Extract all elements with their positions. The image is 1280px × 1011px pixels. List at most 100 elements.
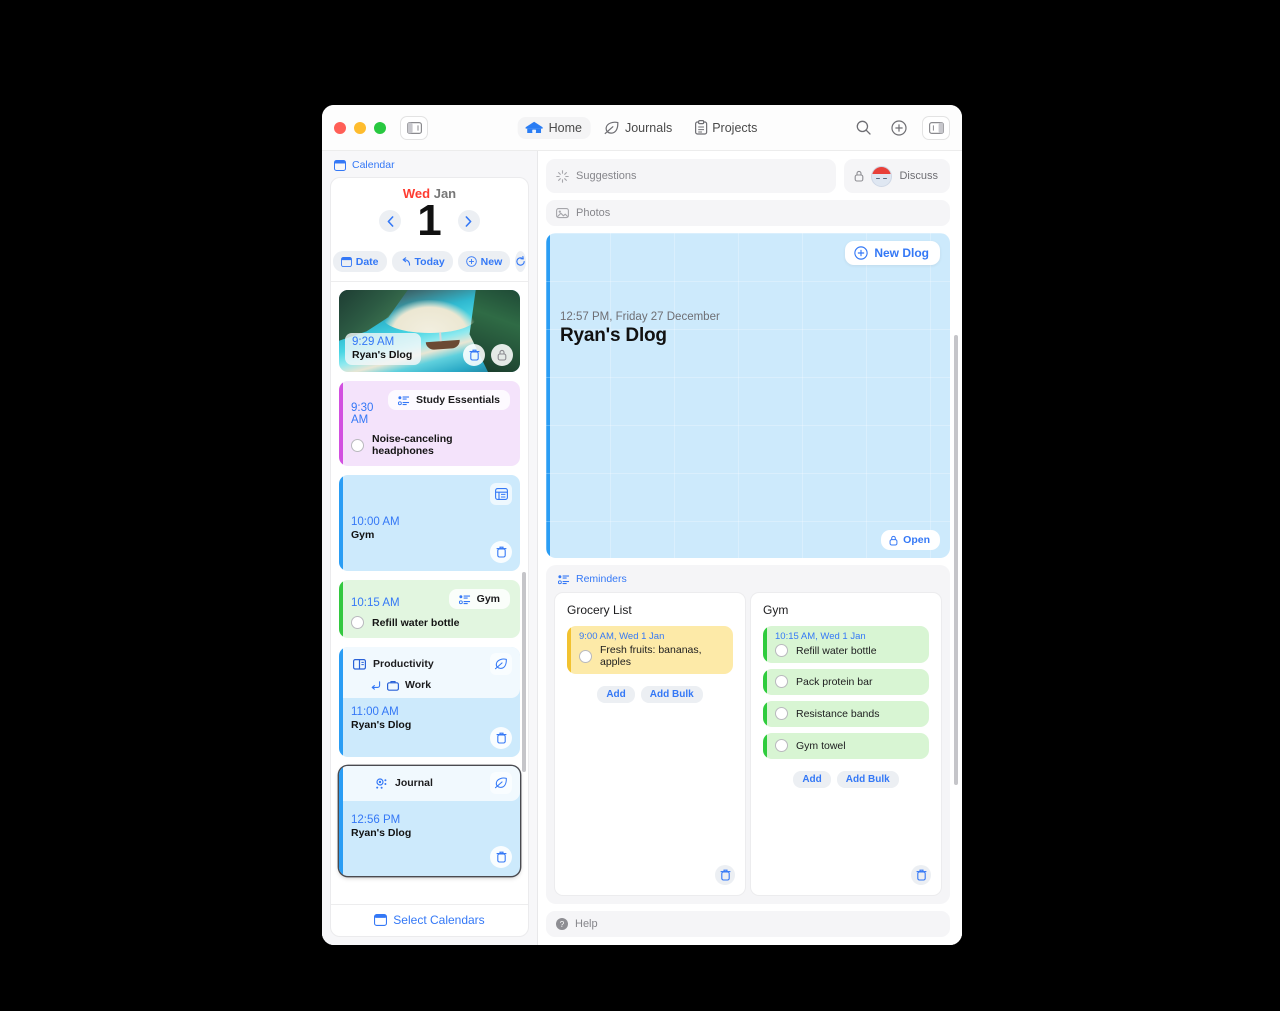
event-title: Ryan's Dlog	[351, 719, 412, 732]
event-body: 10:00 AM Gym	[339, 475, 520, 571]
select-calendars-button[interactable]: Select Calendars	[374, 913, 485, 927]
minimize-button[interactable]	[354, 121, 366, 134]
leaf-icon	[494, 658, 507, 670]
help-bar[interactable]: ? Help	[546, 911, 950, 937]
checkbox[interactable]	[579, 649, 592, 663]
tab-projects[interactable]: Projects	[687, 116, 766, 139]
tab-journals[interactable]: Journals	[597, 117, 681, 139]
checkbox[interactable]	[351, 438, 364, 452]
calendar-icon	[334, 159, 346, 171]
dlog-card[interactable]: New Dlog 12:57 PM, Friday 27 December Ry…	[546, 233, 950, 558]
event-checklist-row[interactable]: Noise-canceling headphones	[351, 433, 510, 457]
event-header-sub: Work	[353, 679, 512, 691]
house-icon	[525, 121, 543, 133]
main-scrollbar[interactable]	[954, 305, 958, 865]
photo-sand	[382, 299, 477, 333]
event-photo-label: 9:29 AM Ryan's Dlog	[345, 333, 422, 365]
event-tag-chip[interactable]: Gym	[448, 589, 510, 610]
sidebar-scroll-thumb[interactable]	[522, 572, 526, 772]
calendar-toolbar: Date Today New	[331, 243, 528, 282]
main-scroll-thumb[interactable]	[954, 335, 958, 785]
reminder-row[interactable]: Refill water bottle	[773, 644, 921, 657]
reminder-item[interactable]: Pack protein bar	[763, 669, 929, 695]
delete-list-button[interactable]	[715, 865, 735, 885]
checkbox[interactable]	[351, 616, 364, 630]
checkbox[interactable]	[775, 707, 788, 720]
date-picker-button[interactable]: Date	[332, 251, 387, 272]
event-card-study-essentials[interactable]: 9:30 AM Study Essentials Noise-canceling…	[339, 381, 520, 466]
reminder-item[interactable]: Resistance bands	[763, 701, 929, 727]
reminder-time: 10:15 AM, Wed 1 Jan	[775, 631, 866, 642]
maximize-button[interactable]	[374, 121, 386, 134]
event-card-photo[interactable]: 9:29 AM Ryan's Dlog	[339, 290, 520, 372]
new-event-button[interactable]: New	[457, 251, 511, 272]
reminder-row[interactable]: Resistance bands	[773, 707, 921, 720]
app-window: Home Journals Projects Calendar Wed Jan …	[322, 105, 962, 945]
event-card-journal[interactable]: Journal 12:56 PM Ryan's Dlog	[339, 766, 520, 877]
event-card-productivity[interactable]: Productivity Work 11:00 AM Ryan's Dlog	[339, 647, 520, 758]
event-card-gym[interactable]: 10:00 AM Gym	[339, 475, 520, 571]
add-button[interactable]: Add	[793, 771, 831, 788]
add-bulk-button[interactable]: Add Bulk	[640, 686, 703, 703]
reminder-list-title: Gym	[763, 603, 789, 617]
event-header-main: Productivity	[353, 653, 512, 676]
delete-button[interactable]	[490, 541, 512, 563]
reminder-row[interactable]: Pack protein bar	[773, 675, 921, 688]
inspector-toggle-button[interactable]	[922, 115, 950, 140]
reminder-accent-bar	[763, 701, 767, 727]
tab-home[interactable]: Home	[517, 116, 591, 139]
reminder-row[interactable]: Gym towel	[773, 739, 921, 752]
delete-list-button[interactable]	[911, 865, 931, 885]
select-calendars-label: Select Calendars	[393, 913, 485, 927]
event-card-gym-task[interactable]: 10:15 AM Gym Refill water bottle	[339, 580, 520, 639]
event-tag-chip[interactable]: Study Essentials	[387, 390, 510, 411]
plus-circle-icon	[891, 119, 907, 136]
today-button[interactable]: Today	[391, 251, 453, 272]
reminder-item[interactable]: 10:15 AM, Wed 1 Jan Refill water bottle	[763, 626, 929, 663]
close-button[interactable]	[334, 121, 346, 134]
delete-button[interactable]	[490, 727, 512, 750]
photos-label: Photos	[576, 207, 611, 219]
calendar-panel: Wed Jan 1 Date Today New 9:29 AM Ryan's …	[330, 177, 529, 937]
add-button[interactable]: Add	[597, 686, 635, 703]
leaf-icon	[604, 121, 619, 134]
lock-button[interactable]	[491, 344, 513, 366]
events-list[interactable]: 9:29 AM Ryan's Dlog 9:30 AM Study Essent…	[331, 282, 528, 904]
reminder-actions: Add Add Bulk	[567, 686, 733, 703]
list-panel-button[interactable]	[490, 483, 512, 505]
checkbox[interactable]	[775, 675, 788, 688]
open-dlog-button[interactable]: Open	[881, 530, 940, 550]
sparkle-icon	[556, 169, 569, 183]
photos-bar[interactable]: Photos	[546, 200, 950, 226]
search-button[interactable]	[850, 116, 876, 140]
inspector-toggle-icon	[928, 121, 944, 134]
sidebar-scrollbar[interactable]	[522, 282, 526, 904]
suggestions-bar[interactable]: Suggestions	[546, 159, 837, 193]
checkbox[interactable]	[775, 739, 788, 752]
sidebar-toggle-button[interactable]	[400, 115, 428, 140]
prev-day-button[interactable]	[379, 210, 402, 232]
event-photo-actions	[463, 344, 513, 366]
add-button[interactable]	[886, 116, 912, 140]
discuss-label: Discuss	[899, 170, 938, 182]
window-body: Calendar Wed Jan 1 Date Today New 9:29 A…	[322, 151, 962, 945]
reminder-item[interactable]: Gym towel	[763, 733, 929, 759]
event-checklist-row[interactable]: Refill water bottle	[351, 616, 510, 630]
event-header-main: Journal	[353, 772, 512, 795]
chevron-right-icon	[465, 215, 472, 227]
reminder-row[interactable]: Fresh fruits: bananas, apples	[577, 644, 725, 668]
next-day-button[interactable]	[457, 210, 480, 232]
trash-icon	[720, 869, 730, 881]
delete-button[interactable]	[490, 846, 512, 869]
titlebar: Home Journals Projects	[322, 105, 962, 151]
delete-button[interactable]	[463, 344, 485, 366]
journal-link-button[interactable]	[490, 772, 512, 795]
arrow-turn-icon	[371, 680, 381, 690]
discuss-button[interactable]: Discuss	[844, 159, 950, 193]
journal-link-button[interactable]	[490, 653, 512, 676]
add-bulk-button[interactable]: Add Bulk	[836, 771, 899, 788]
event-time: 9:30 AM	[351, 402, 374, 426]
checkbox[interactable]	[775, 644, 788, 657]
refresh-button[interactable]	[515, 251, 527, 272]
reminder-item[interactable]: 9:00 AM, Wed 1 Jan Fresh fruits: bananas…	[567, 626, 733, 674]
